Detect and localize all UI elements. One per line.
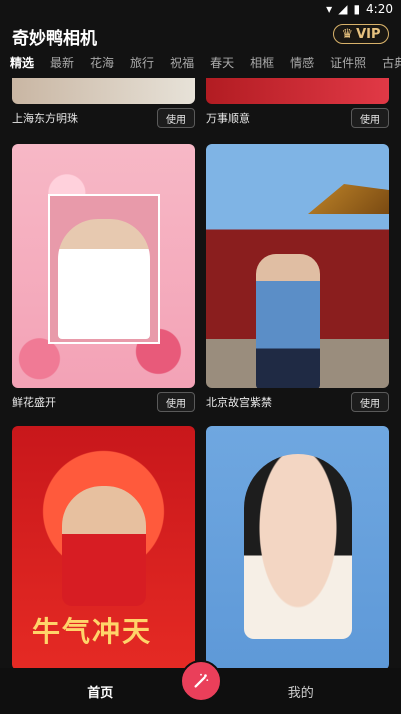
overlay-text: 牛气冲天 bbox=[32, 615, 153, 648]
vip-label: VIP bbox=[356, 26, 381, 42]
use-button[interactable]: 使用 bbox=[351, 392, 389, 412]
app-title: 奇妙鸭相机 bbox=[12, 29, 97, 49]
template-thumbnail bbox=[206, 78, 389, 104]
template-thumbnail bbox=[12, 144, 195, 388]
tab-blessing[interactable]: 祝福 bbox=[170, 52, 194, 78]
use-button[interactable]: 使用 bbox=[351, 108, 389, 128]
tab-frame[interactable]: 相框 bbox=[250, 52, 274, 78]
template-name: 上海东方明珠 bbox=[12, 112, 78, 125]
template-card[interactable]: 牛气冲天 bbox=[12, 426, 195, 670]
magic-wand-button[interactable] bbox=[180, 660, 222, 702]
app-header: 奇妙鸭相机 ♛ VIP bbox=[0, 20, 401, 52]
tab-travel[interactable]: 旅行 bbox=[130, 52, 154, 78]
tab-classical[interactable]: 古典 bbox=[382, 52, 401, 78]
category-tabs: 精选 最新 花海 旅行 祝福 春天 相框 情感 证件照 古典 bbox=[0, 52, 401, 80]
palace-roof bbox=[308, 184, 389, 214]
use-button[interactable]: 使用 bbox=[157, 392, 195, 412]
nav-home[interactable]: 首页 bbox=[0, 682, 201, 701]
battery-icon: ▮ bbox=[353, 2, 361, 16]
nav-mine[interactable]: 我的 bbox=[201, 682, 401, 701]
template-thumbnail bbox=[206, 426, 389, 670]
man-photo bbox=[62, 486, 146, 606]
crown-icon: ♛ bbox=[341, 26, 354, 42]
status-icons: ▾ ◢ ▮ 4:20 bbox=[326, 2, 393, 16]
template-card[interactable]: 北京故宫紫禁 使用 bbox=[206, 144, 389, 416]
vip-badge[interactable]: ♛ VIP bbox=[333, 24, 389, 44]
tab-latest[interactable]: 最新 bbox=[50, 52, 74, 78]
template-card[interactable]: 鲜花盛开 使用 bbox=[12, 144, 195, 416]
template-card[interactable] bbox=[206, 426, 389, 670]
wifi-icon: ▾ bbox=[326, 2, 333, 16]
signal-icon: ◢ bbox=[338, 2, 348, 16]
tab-id-photo[interactable]: 证件照 bbox=[330, 52, 366, 78]
tab-emotion[interactable]: 情感 bbox=[290, 52, 314, 78]
template-name: 北京故宫紫禁 bbox=[206, 396, 272, 409]
template-card[interactable]: 万事顺意 使用 bbox=[206, 78, 389, 132]
magic-wand-icon bbox=[194, 673, 209, 688]
tab-spring[interactable]: 春天 bbox=[210, 52, 234, 78]
template-thumbnail bbox=[12, 78, 195, 104]
couple-photo bbox=[58, 219, 150, 339]
template-card[interactable]: 上海东方明珠 使用 bbox=[12, 78, 195, 132]
tab-flowers[interactable]: 花海 bbox=[90, 52, 114, 78]
template-thumbnail bbox=[206, 144, 389, 388]
use-button[interactable]: 使用 bbox=[157, 108, 195, 128]
girl-photo bbox=[244, 454, 352, 639]
template-name: 万事顺意 bbox=[206, 112, 250, 125]
man-photo bbox=[256, 254, 320, 388]
status-bar: ▾ ◢ ▮ 4:20 bbox=[0, 0, 401, 20]
status-time: 4:20 bbox=[366, 2, 393, 16]
template-thumbnail: 牛气冲天 bbox=[12, 426, 195, 670]
tab-featured[interactable]: 精选 bbox=[10, 52, 34, 80]
template-grid: 上海东方明珠 使用 万事顺意 使用 鲜花盛开 使用 北京故宫紫禁 使用 牛气冲天 bbox=[0, 78, 401, 714]
template-name: 鲜花盛开 bbox=[12, 396, 56, 409]
